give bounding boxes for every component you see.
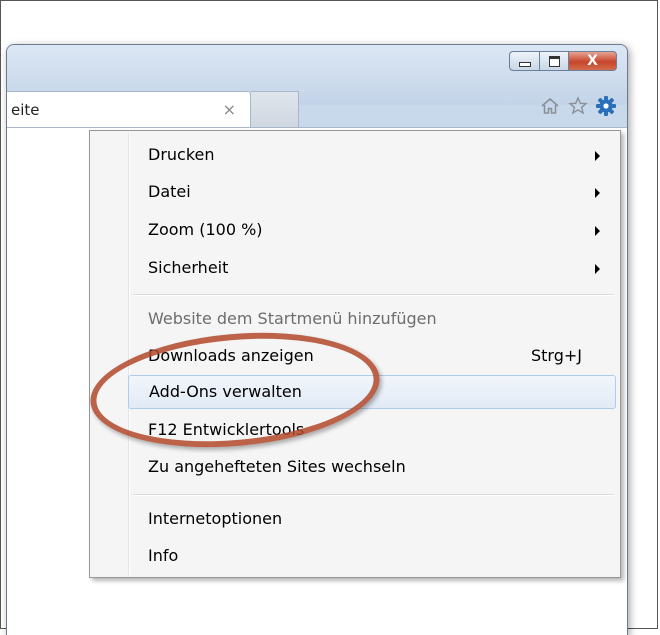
menu-item-about[interactable]: Info	[128, 539, 616, 573]
menu-item-label: Datei	[148, 182, 191, 201]
minimize-button[interactable]	[509, 51, 539, 71]
new-tab-button[interactable]	[251, 91, 299, 127]
menu-item-label: Drucken	[148, 145, 215, 164]
menu-item-label: Info	[148, 546, 179, 565]
menu-item-label: Zu angehefteten Sites wechseln	[148, 457, 406, 476]
menu-item-shortcut: Strg+J	[530, 346, 582, 365]
close-icon: X	[587, 53, 598, 69]
tab-title: eite	[11, 101, 40, 119]
menu-separator	[133, 294, 614, 296]
toolbar-icons	[539, 95, 617, 117]
maximize-button[interactable]	[539, 51, 569, 71]
tools-menu: Drucken Datei Zoom (100 %) Sicherheit We…	[89, 130, 621, 578]
minimize-icon	[518, 61, 531, 67]
menu-item-security[interactable]: Sicherheit	[128, 251, 616, 285]
menu-item-add-to-start-menu: Website dem Startmenü hinzufügen	[128, 302, 616, 336]
menu-item-label: Sicherheit	[148, 258, 229, 277]
menu-item-label: F12 Entwicklertools	[148, 420, 305, 439]
menu-item-f12-developer-tools[interactable]: F12 Entwicklertools	[128, 413, 616, 447]
menu-item-pinned-sites[interactable]: Zu angehefteten Sites wechseln	[128, 450, 616, 484]
menu-item-internet-options[interactable]: Internetoptionen	[128, 502, 616, 536]
menu-item-zoom[interactable]: Zoom (100 %)	[128, 213, 616, 247]
menu-item-label: Zoom (100 %)	[148, 220, 263, 239]
menu-item-manage-add-ons[interactable]: Add-Ons verwalten	[128, 375, 616, 409]
menu-item-view-downloads[interactable]: Downloads anzeigen Strg+J	[128, 339, 616, 373]
close-window-button[interactable]: X	[569, 51, 617, 71]
submenu-arrow-icon	[595, 226, 600, 236]
menu-separator	[133, 494, 614, 496]
submenu-arrow-icon	[595, 264, 600, 274]
caption-buttons: X	[509, 51, 617, 73]
submenu-arrow-icon	[595, 151, 600, 161]
submenu-arrow-icon	[595, 188, 600, 198]
star-icon[interactable]	[567, 95, 589, 117]
gear-icon[interactable]	[595, 95, 617, 117]
browser-tab[interactable]: eite ×	[7, 91, 251, 128]
menu-item-label: Website dem Startmenü hinzufügen	[148, 309, 437, 328]
menu-item-file[interactable]: Datei	[128, 175, 616, 209]
menu-item-label: Internetoptionen	[148, 509, 283, 528]
home-icon[interactable]	[539, 95, 561, 117]
menu-item-label: Downloads anzeigen	[148, 346, 314, 365]
maximize-icon	[548, 55, 560, 67]
tab-close-icon[interactable]: ×	[223, 100, 236, 119]
menu-item-label: Add-Ons verwalten	[149, 382, 302, 401]
menu-item-print[interactable]: Drucken	[128, 138, 616, 172]
